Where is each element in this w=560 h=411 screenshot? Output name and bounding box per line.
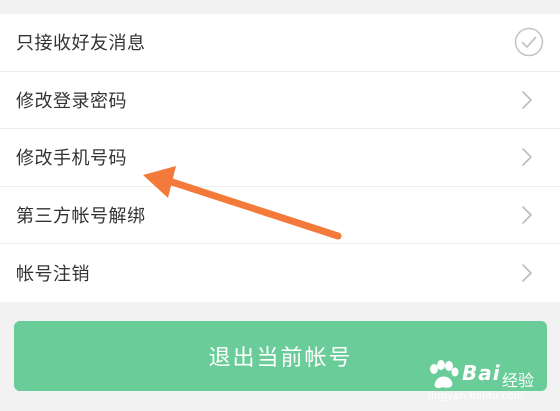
logout-button-label: 退出当前帐号 (208, 346, 353, 371)
settings-item-change-phone-number[interactable]: 修改手机号码 (0, 129, 560, 187)
settings-item-label: 修改手机号码 (16, 148, 127, 170)
settings-item-label: 修改登录密码 (16, 90, 127, 112)
settings-list: 只接收好友消息 修改登录密码 修改手机号码 第三方帐号解绑 帐号注销 (0, 14, 560, 302)
settings-item-only-friend-messages[interactable]: 只接收好友消息 (0, 14, 560, 72)
settings-item-change-login-password[interactable]: 修改登录密码 (0, 72, 560, 130)
chevron-right-icon (522, 148, 532, 167)
chevron-right-icon (522, 206, 532, 224)
watermark-brand: Bai (462, 361, 501, 385)
settings-item-label: 第三方帐号解绑 (16, 206, 146, 228)
settings-item-label: 只接收好友消息 (16, 33, 146, 55)
chevron-right-icon (522, 91, 532, 109)
baidu-jingyan-watermark: Bai 经验 jingyan.baidu.com (426, 357, 550, 405)
watermark-suffix: 经验 (502, 371, 535, 390)
settings-item-account-cancellation[interactable]: 帐号注销 (0, 244, 560, 302)
check-circle-icon[interactable] (514, 27, 544, 57)
chevron-right-icon (522, 264, 532, 282)
settings-item-label: 帐号注销 (16, 264, 90, 286)
settings-item-third-party-unbind[interactable]: 第三方帐号解绑 (0, 187, 560, 245)
baidu-paw-icon (430, 360, 459, 388)
watermark-url: jingyan.baidu.com (428, 391, 524, 402)
